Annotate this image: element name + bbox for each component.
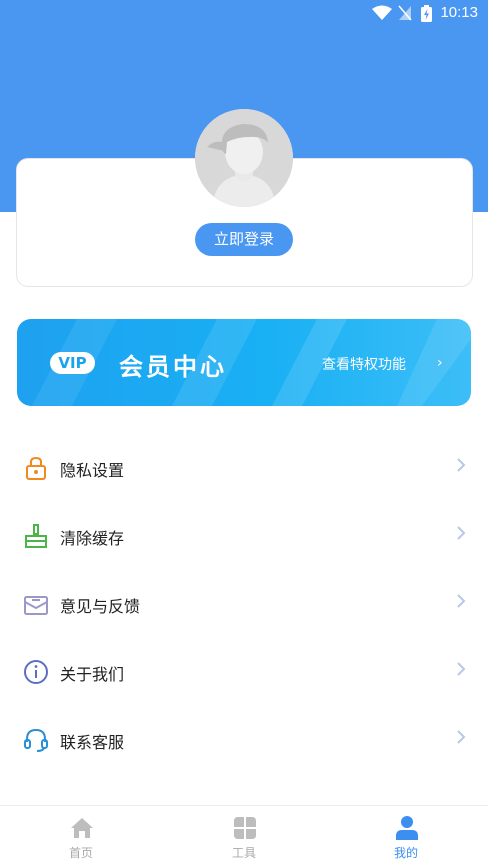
tools-icon (234, 817, 256, 839)
menu-label: 清除缓存 (60, 529, 125, 548)
tab-label: 首页 (68, 846, 93, 860)
chevron-right-icon (457, 730, 466, 744)
chevron-right-icon (457, 594, 466, 608)
info-icon (24, 660, 48, 684)
status-bar: 10:13 (0, 0, 488, 28)
battery-icon (421, 5, 432, 22)
user-icon (396, 816, 418, 840)
vip-banner[interactable]: VIP 会员中心 查看特权功能 › (17, 319, 471, 406)
bottom-tab-bar: 首页 工具 我的 (0, 805, 488, 868)
tab-label: 我的 (393, 846, 418, 860)
tab-home[interactable]: 首页 (21, 806, 141, 868)
status-time: 10:13 (440, 4, 478, 21)
menu-label: 关于我们 (60, 665, 125, 684)
tab-mine[interactable]: 我的 (346, 806, 466, 868)
tab-tools[interactable]: 工具 (184, 806, 304, 868)
home-icon (71, 818, 93, 838)
headset-icon (24, 728, 48, 752)
tab-label: 工具 (231, 846, 256, 860)
menu-item-feedback[interactable]: 意见与反馈 (0, 570, 488, 638)
envelope-icon (24, 596, 48, 615)
chevron-right-icon: › (437, 355, 443, 371)
chevron-right-icon (457, 662, 466, 676)
vip-subtitle: 查看特权功能 (322, 357, 406, 373)
vip-title: 会员中心 (119, 353, 227, 381)
menu-item-about[interactable]: 关于我们 (0, 638, 488, 706)
menu-item-contact[interactable]: 联系客服 (0, 706, 488, 774)
login-button[interactable]: 立即登录 (195, 223, 293, 256)
avatar[interactable] (195, 109, 293, 207)
vip-badge: VIP (50, 352, 95, 374)
menu-label: 隐私设置 (60, 461, 125, 480)
broom-icon (25, 524, 47, 548)
menu-label: 联系客服 (60, 733, 125, 752)
default-avatar-icon (195, 109, 293, 207)
chevron-right-icon (457, 526, 466, 540)
no-signal-icon (398, 5, 412, 21)
wifi-icon (372, 5, 392, 20)
menu-item-privacy[interactable]: 隐私设置 (0, 434, 488, 502)
chevron-right-icon (457, 458, 466, 472)
menu-label: 意见与反馈 (60, 597, 141, 616)
lock-icon (26, 456, 46, 480)
menu-item-clear-cache[interactable]: 清除缓存 (0, 502, 488, 570)
